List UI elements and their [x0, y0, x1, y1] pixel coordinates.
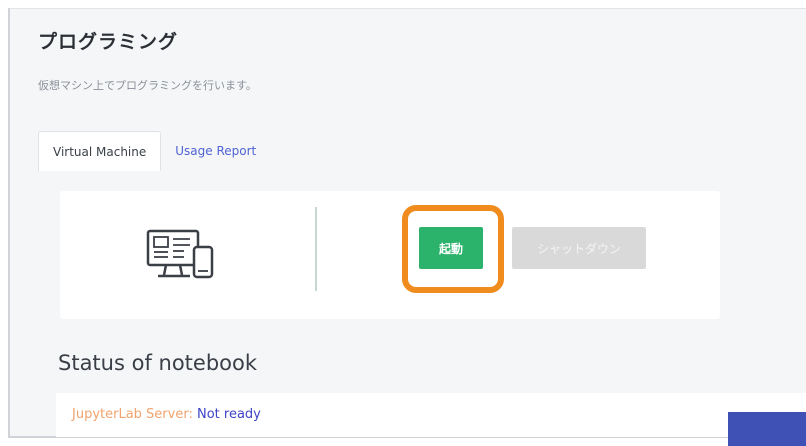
server-status-line: JupyterLab Server: Not ready: [72, 407, 261, 422]
computer-devices-icon: [146, 229, 214, 279]
notebook-status-bar: JupyterLab Server: Not ready: [56, 393, 806, 437]
main-panel: プログラミング 仮想マシン上でプログラミングを行います。 Virtual Mac…: [8, 8, 806, 438]
start-button[interactable]: 起動: [419, 227, 483, 269]
tab-virtual-machine[interactable]: Virtual Machine: [38, 131, 162, 171]
corner-action-block: [728, 412, 806, 446]
vm-card-divider: [315, 207, 317, 291]
page-subtitle: 仮想マシン上でプログラミングを行います。: [38, 79, 257, 92]
server-status-value: Not ready: [196, 407, 261, 422]
server-status-label: JupyterLab Server:: [72, 407, 193, 422]
page-title: プログラミング: [38, 31, 179, 53]
tab-bar: Virtual Machine Usage Report: [38, 131, 270, 171]
notebook-status-heading: Status of notebook: [58, 351, 258, 375]
tab-usage-report[interactable]: Usage Report: [161, 131, 270, 171]
vm-control-card: 起動 シャットダウン: [60, 191, 720, 319]
shutdown-button[interactable]: シャットダウン: [512, 227, 646, 269]
